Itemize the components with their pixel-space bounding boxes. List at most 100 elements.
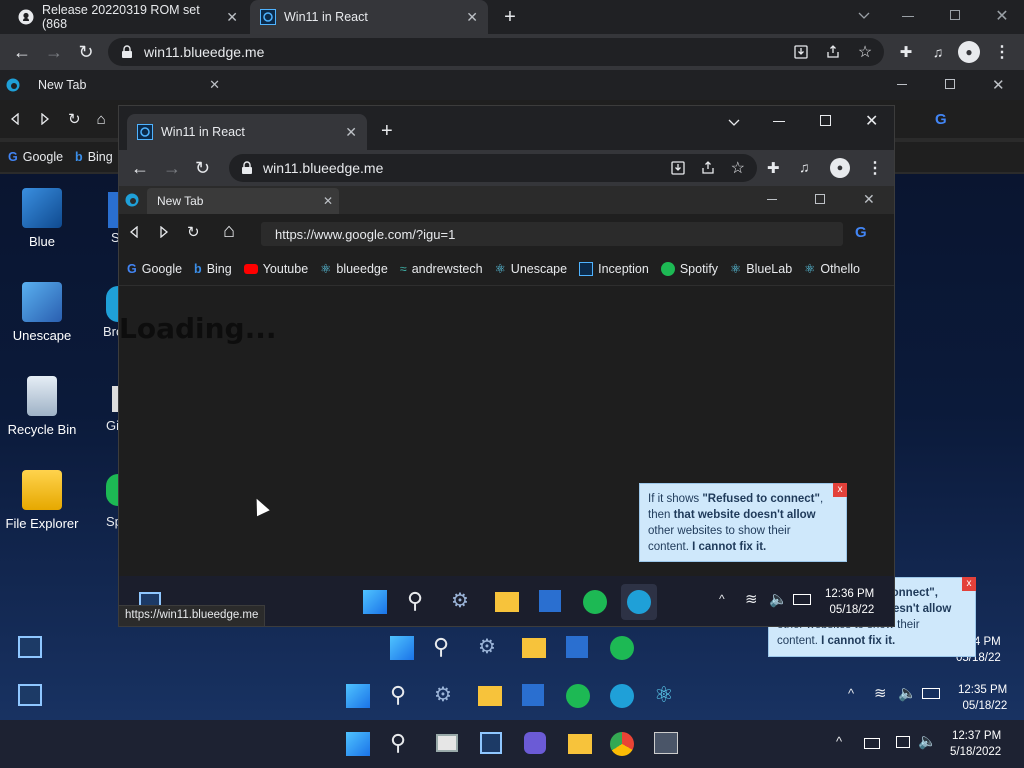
settings-icon[interactable]: ⚙	[451, 588, 469, 613]
spotify-icon[interactable]	[583, 590, 607, 614]
chevron-down-icon[interactable]	[727, 116, 741, 130]
desktop-icon-unescape[interactable]: Unescape	[0, 282, 84, 343]
store-icon[interactable]	[522, 684, 544, 706]
outer-tab-win11[interactable]: Win11 in React ✕	[250, 0, 488, 34]
folder-icon[interactable]	[478, 686, 502, 706]
profile-icon[interactable]: ●	[830, 158, 850, 178]
bookmark-google[interactable]: G Google	[8, 150, 63, 164]
display-icon[interactable]	[896, 736, 910, 748]
bookmark-bing[interactable]: b Bing	[75, 150, 113, 164]
restore-icon[interactable]	[815, 194, 825, 204]
home-icon[interactable]: ⌂	[97, 111, 106, 128]
minimize-icon[interactable]	[767, 199, 777, 200]
back-icon[interactable]: ←	[12, 42, 32, 62]
taskbar-clock[interactable]: 12:37 PM 5/18/2022	[950, 728, 1001, 760]
desktop-icon-recycle-bin[interactable]: Recycle Bin	[0, 376, 84, 437]
start-icon[interactable]	[390, 636, 414, 660]
spotify-icon[interactable]	[566, 684, 590, 708]
close-window-icon[interactable]: ✕	[992, 6, 1012, 26]
forward-icon[interactable]: →	[44, 42, 64, 62]
close-icon[interactable]: ✕	[226, 9, 238, 26]
bookmark-unescape[interactable]: ⚛ Unescape	[495, 261, 568, 277]
settings-icon[interactable]: ⚙	[434, 682, 452, 707]
share-icon[interactable]	[824, 43, 842, 61]
bookmark-bing[interactable]: b Bing	[194, 262, 232, 276]
google-g-icon[interactable]: G	[855, 224, 867, 241]
edge-icon[interactable]	[610, 684, 634, 708]
chevron-up-icon[interactable]: ^	[848, 686, 854, 701]
search-icon[interactable]: ⚲	[390, 682, 406, 708]
bookmark-othello[interactable]: ⚛ Othello	[804, 261, 860, 277]
bookmark-inception[interactable]: Inception	[579, 261, 649, 276]
close-icon[interactable]: x	[833, 483, 847, 497]
spotify-icon[interactable]	[610, 636, 634, 660]
media-icon[interactable]: ♫	[928, 42, 948, 62]
chevron-down-icon[interactable]	[854, 6, 874, 26]
wifi-icon[interactable]: ≋	[745, 590, 758, 608]
share-icon[interactable]	[701, 161, 715, 175]
close-icon[interactable]: ✕	[209, 77, 220, 93]
start-icon[interactable]	[346, 732, 370, 756]
volume-icon[interactable]: 🔈	[769, 590, 788, 608]
close-window-icon[interactable]: ✕	[992, 76, 1005, 94]
reload-icon[interactable]: ↻	[68, 110, 81, 128]
keyboard-icon[interactable]	[864, 738, 880, 749]
back-icon[interactable]	[129, 226, 139, 238]
chevron-up-icon[interactable]: ^	[836, 734, 842, 749]
battery-icon[interactable]	[922, 688, 940, 699]
widgets-icon[interactable]	[480, 732, 502, 754]
desktop-icon-file-explorer[interactable]: File Explorer	[0, 470, 84, 531]
folder-icon[interactable]	[522, 638, 546, 658]
minimize-icon[interactable]	[897, 84, 907, 85]
forward-icon[interactable]	[38, 112, 52, 126]
start-icon[interactable]	[363, 590, 387, 614]
taskbar-clock[interactable]: 12:36 PM 05/18/22	[825, 586, 874, 618]
front-address-bar[interactable]: win11.blueedge.me ☆	[229, 154, 757, 182]
store-icon[interactable]	[539, 590, 561, 612]
edge-tab[interactable]: New Tab ✕	[147, 188, 339, 214]
volume-icon[interactable]: 🔈	[918, 732, 937, 750]
reload-icon[interactable]: ↻	[187, 223, 200, 241]
volume-icon[interactable]: 🔈	[898, 684, 917, 702]
close-icon[interactable]: ✕	[466, 9, 478, 26]
media-icon[interactable]: ♫	[799, 159, 810, 175]
taskbar-clock[interactable]: 12:35 PM 05/18/22	[958, 682, 1007, 714]
restore-icon[interactable]	[950, 10, 960, 20]
edge-active-tile[interactable]	[621, 584, 657, 620]
store-icon[interactable]	[566, 636, 588, 658]
search-icon[interactable]: ⚲	[433, 634, 449, 660]
reload-icon[interactable]: ↻	[195, 158, 210, 179]
menu-icon[interactable]: ⋮	[867, 158, 883, 178]
outer-address-bar[interactable]: win11.blueedge.me ☆	[108, 38, 884, 66]
close-window-icon[interactable]: ✕	[865, 111, 878, 131]
task-view-icon[interactable]	[436, 734, 458, 752]
forward-icon[interactable]	[159, 226, 169, 238]
edge-address-bar[interactable]: https://www.google.com/?igu=1	[261, 222, 843, 246]
battery-icon[interactable]	[793, 594, 811, 605]
close-icon[interactable]: x	[962, 577, 976, 591]
install-icon[interactable]	[792, 43, 810, 61]
react-icon[interactable]: ⚛	[654, 682, 674, 708]
menu-icon[interactable]: ⋮	[994, 42, 1010, 62]
front-tab-win11[interactable]: Win11 in React ✕	[127, 114, 367, 150]
new-tab-icon[interactable]: +	[500, 6, 520, 28]
extensions-icon[interactable]: ✚	[896, 42, 916, 62]
google-g-icon[interactable]: G	[935, 111, 947, 128]
wifi-icon[interactable]: ≋	[874, 684, 887, 702]
maximize-icon[interactable]	[820, 115, 831, 126]
profile-icon[interactable]: ●	[958, 41, 980, 63]
chrome-icon[interactable]	[610, 732, 634, 756]
home-icon[interactable]: ⌂	[223, 220, 235, 243]
outer-tab-github[interactable]: Release 20220319 ROM set (868 ✕	[8, 0, 248, 34]
close-icon[interactable]: ✕	[345, 124, 357, 141]
folder-icon[interactable]	[495, 592, 519, 612]
settings-icon[interactable]: ⚙	[478, 634, 496, 659]
bookmark-blueedge[interactable]: ⚛ blueedge	[320, 261, 388, 277]
chevron-up-icon[interactable]: ^	[719, 592, 725, 606]
back-edge-tab[interactable]: New Tab ✕	[30, 72, 220, 98]
back-icon[interactable]: ←	[131, 158, 149, 179]
folder-icon[interactable]	[568, 734, 592, 754]
desktop-icon-blue[interactable]: Blue	[0, 188, 84, 249]
terminal-icon[interactable]	[654, 732, 678, 754]
star-icon[interactable]: ☆	[856, 43, 874, 61]
